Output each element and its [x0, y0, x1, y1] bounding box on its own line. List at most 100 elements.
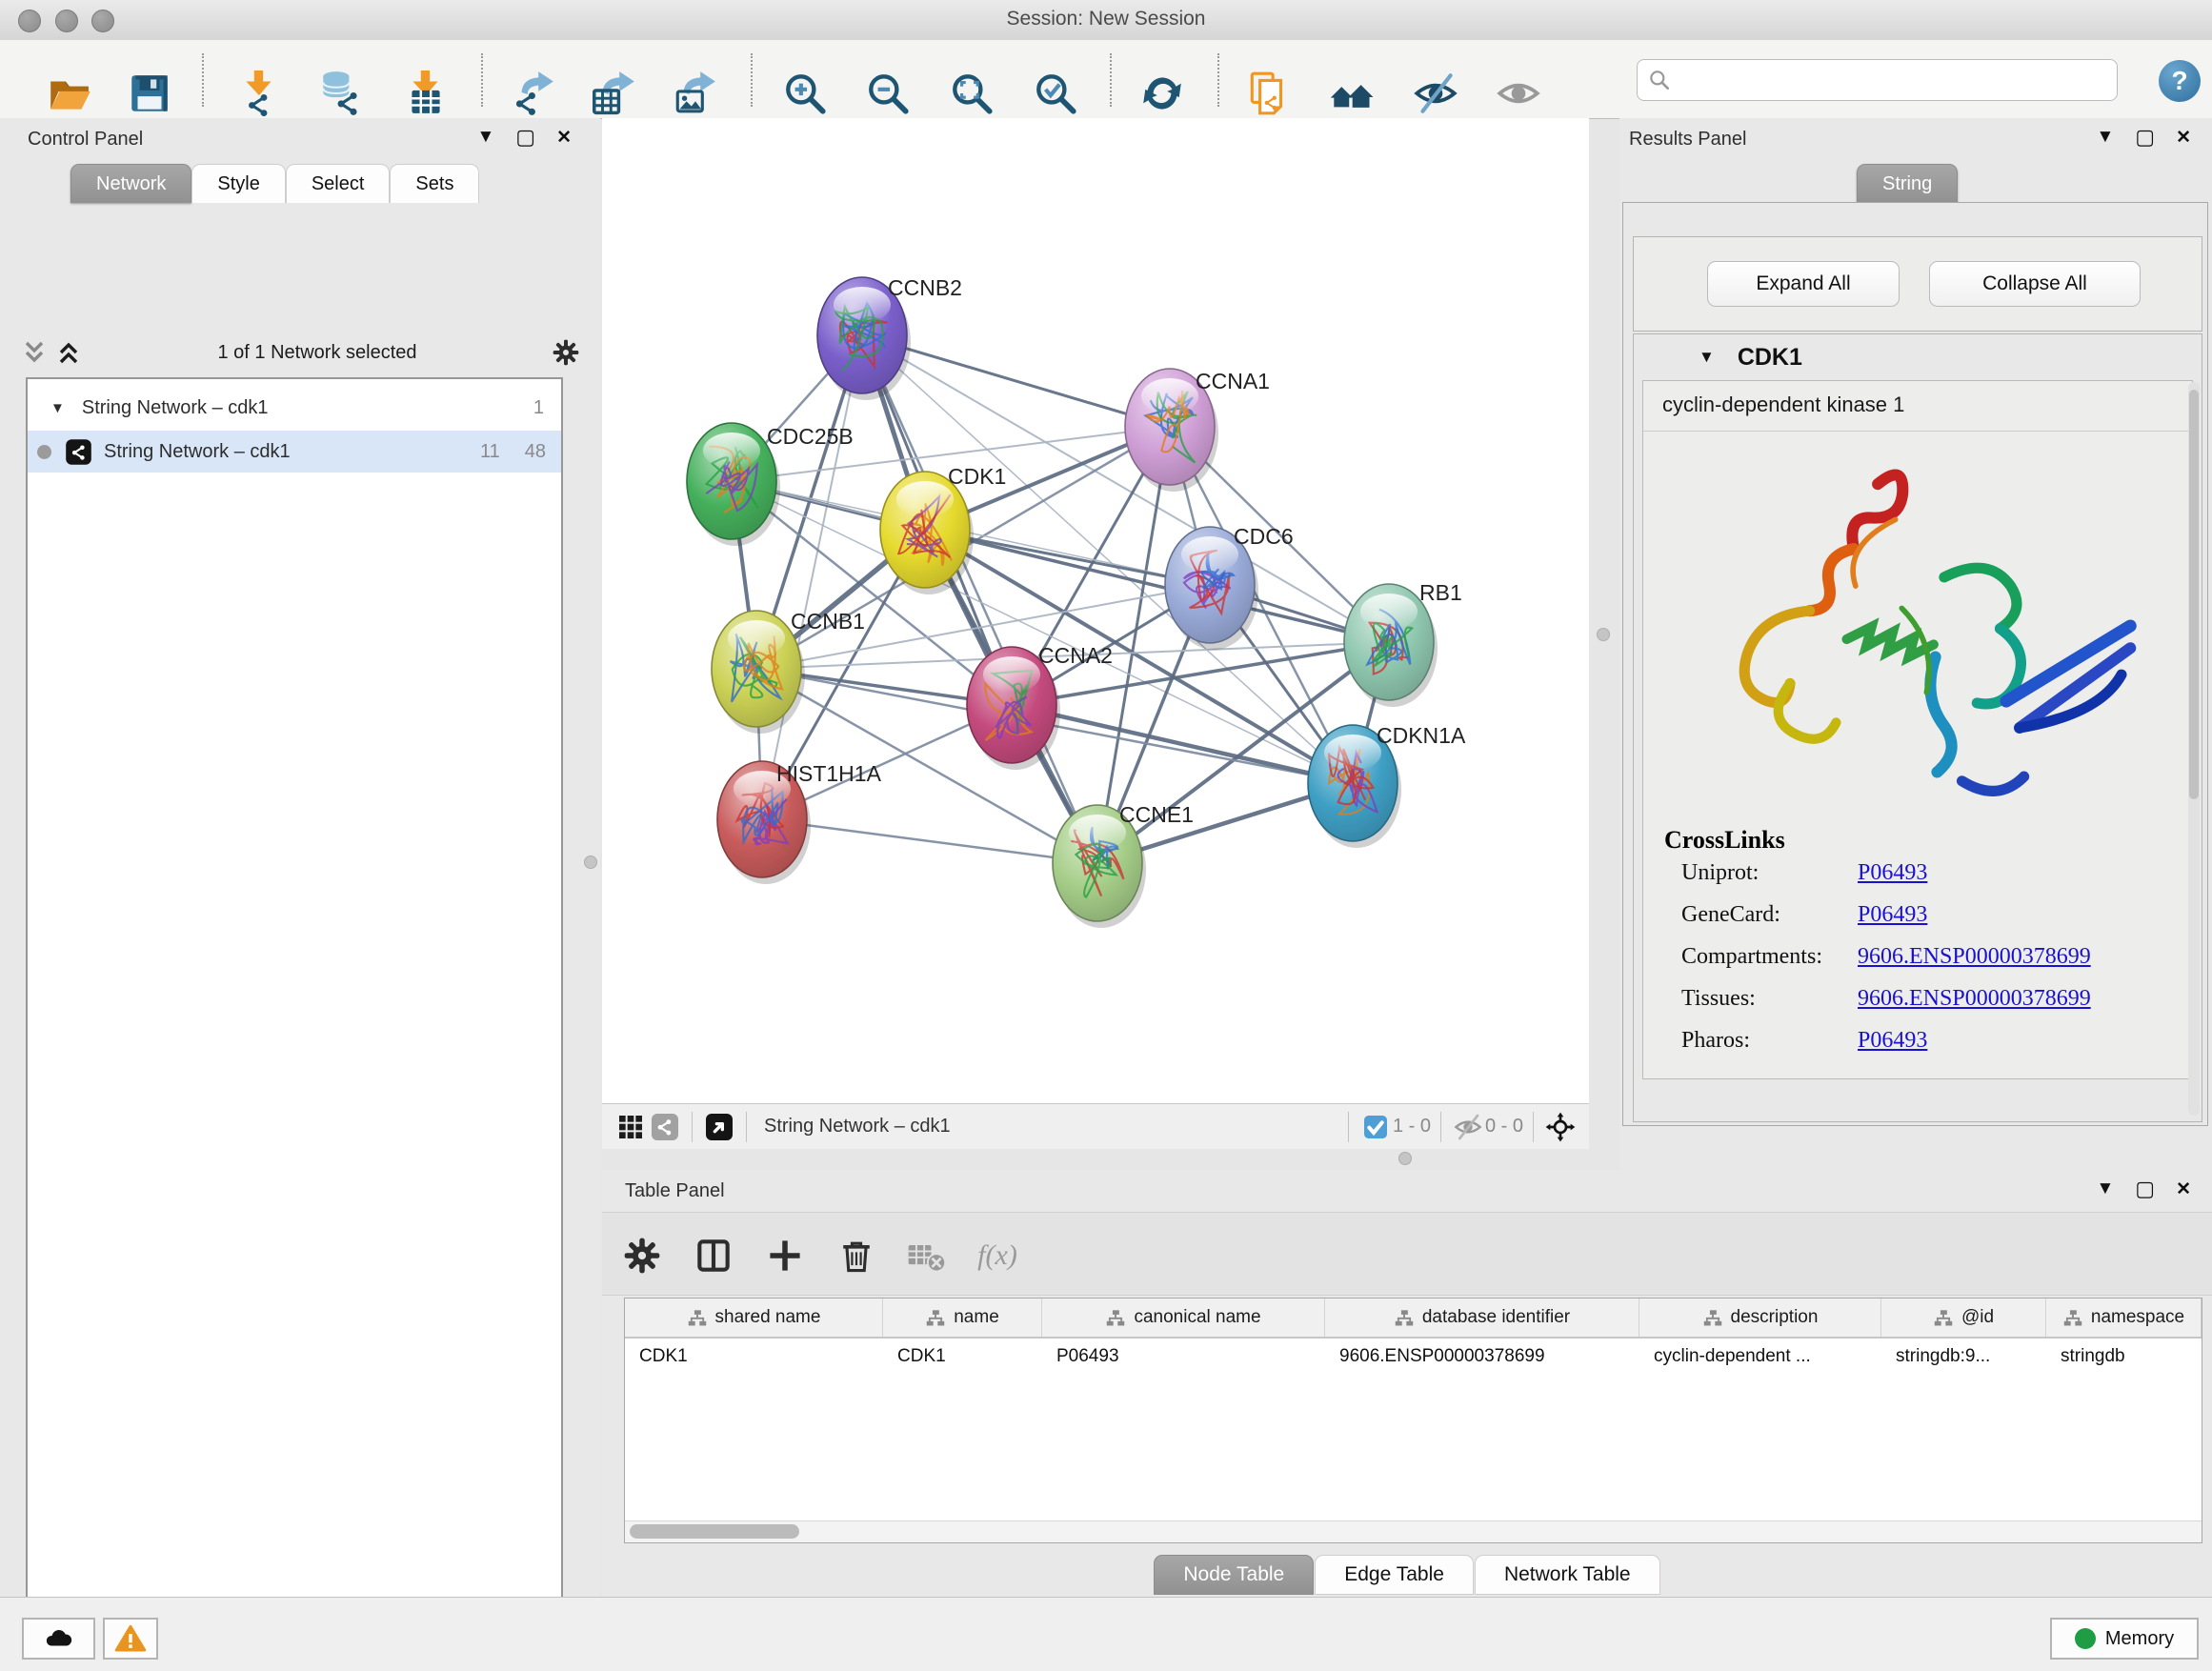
panel-float-icon[interactable]: ▢ [515, 125, 535, 150]
delete-table-button [900, 1230, 952, 1281]
table-cell[interactable]: stringdb [2046, 1339, 2202, 1375]
panel-close-icon[interactable]: ✕ [2176, 127, 2191, 149]
crosslink-link[interactable]: P06493 [1858, 1028, 1927, 1054]
network-options-gear-icon[interactable] [549, 335, 583, 370]
zoom-fit-content-button[interactable] [945, 67, 998, 120]
tab-node-table[interactable]: Node Table [1154, 1555, 1314, 1595]
share-view-icon[interactable] [648, 1110, 682, 1144]
toolbar-separator [202, 53, 204, 107]
expand-all-icon[interactable] [51, 335, 86, 370]
clone-network-button[interactable] [1242, 67, 1296, 120]
right-splitter-handle[interactable] [1597, 628, 1610, 641]
network-graph[interactable]: CCNB2CCNA1CDC25BCDK1CDC6RB1CCNB1CCNA2CDK… [602, 118, 1589, 1103]
tab-sets[interactable]: Sets [390, 164, 479, 203]
panel-collapse-icon[interactable]: ▼ [2096, 127, 2114, 148]
column-header-shared-name[interactable]: shared name [625, 1299, 883, 1337]
column-header--id[interactable]: @id [1881, 1299, 2046, 1337]
export-network-button[interactable] [507, 67, 560, 120]
show-columns-button[interactable] [688, 1230, 739, 1281]
node-label-CDC25B: CDC25B [767, 424, 854, 449]
node-label-CDKN1A: CDKN1A [1377, 723, 1466, 748]
network-tree-row[interactable]: String Network – cdk1 11 48 [28, 431, 561, 473]
tab-edge-table[interactable]: Edge Table [1315, 1555, 1474, 1595]
hidden-eye-icon[interactable] [1451, 1110, 1485, 1144]
network-tree-row[interactable]: ▼ String Network – cdk1 1 [28, 387, 561, 429]
column-header-name[interactable]: name [883, 1299, 1042, 1337]
zoom-out-button[interactable] [861, 67, 915, 120]
memory-status-dot [2075, 1628, 2096, 1649]
table-cell[interactable]: cyclin-dependent ... [1639, 1339, 1881, 1375]
column-header-description[interactable]: description [1639, 1299, 1881, 1337]
warnings-button[interactable] [103, 1618, 158, 1660]
collapse-all-icon[interactable] [17, 335, 51, 370]
table-cell[interactable]: P06493 [1042, 1339, 1325, 1375]
results-panel-controls: ▼ ▢ ✕ [2096, 118, 2191, 156]
selected-checkbox-icon[interactable] [1358, 1110, 1393, 1144]
show-all-button[interactable] [1492, 67, 1545, 120]
table-cell[interactable]: CDK1 [883, 1339, 1042, 1375]
table-settings-gear-button[interactable] [616, 1230, 668, 1281]
collapse-all-button[interactable]: Collapse All [1929, 261, 2141, 307]
panel-float-icon[interactable]: ▢ [2135, 1177, 2155, 1201]
delete-columns-button[interactable] [831, 1230, 882, 1281]
import-network-from-file-button[interactable] [232, 67, 286, 120]
import-table-from-file-button[interactable] [399, 67, 452, 120]
search-input[interactable] [1672, 69, 2117, 91]
panel-close-icon[interactable]: ✕ [556, 127, 572, 149]
table-cell[interactable]: 9606.ENSP00000378699 [1325, 1339, 1639, 1375]
tab-network[interactable]: Network [70, 164, 191, 203]
panel-collapse-icon[interactable]: ▼ [2096, 1178, 2114, 1199]
pan-crosshair-icon[interactable] [1543, 1110, 1578, 1144]
edge-CCNA2-CDKN1A[interactable] [1012, 705, 1353, 783]
table-horizontal-scrollbar[interactable] [625, 1520, 2202, 1542]
tab-network-table[interactable]: Network Table [1475, 1555, 1660, 1595]
crosslink-link[interactable]: P06493 [1858, 860, 1927, 886]
expand-all-button[interactable]: Expand All [1707, 261, 1900, 307]
column-header-namespace[interactable]: namespace [2046, 1299, 2202, 1337]
results-scrollbar[interactable] [2188, 382, 2200, 1116]
edge-HIST1H1A-CCNE1[interactable] [762, 819, 1097, 863]
network-status-dot-icon [37, 445, 51, 459]
edge-CCNB2-HIST1H1A[interactable] [762, 335, 862, 819]
network-canvas[interactable]: CCNB2CCNA1CDC25BCDK1CDC6RB1CCNB1CCNA2CDK… [602, 118, 1589, 1103]
apply-preferred-layout-button[interactable] [1136, 67, 1189, 120]
tab-select[interactable]: Select [286, 164, 391, 203]
search-field[interactable] [1637, 59, 2118, 101]
hide-selected-button[interactable] [1409, 67, 1462, 120]
left-splitter-handle[interactable] [584, 856, 597, 869]
disclosure-triangle-icon[interactable]: ▼ [50, 400, 65, 416]
save-session-button[interactable] [123, 67, 176, 120]
export-image-button[interactable] [669, 67, 722, 120]
table-row[interactable]: CDK1CDK1P064939606.ENSP00000378699cyclin… [625, 1339, 2202, 1375]
zoom-in-button[interactable] [778, 67, 832, 120]
column-header-canonical-name[interactable]: canonical name [1042, 1299, 1325, 1337]
create-column-button[interactable] [759, 1230, 811, 1281]
entry-disclosure-icon[interactable]: ▼ [1699, 348, 1715, 367]
crosslink-link[interactable]: 9606.ENSP00000378699 [1858, 944, 2091, 970]
help-button[interactable]: ? [2159, 60, 2201, 102]
column-header-database-identifier[interactable]: database identifier [1325, 1299, 1639, 1337]
crosslink-link[interactable]: 9606.ENSP00000378699 [1858, 986, 2091, 1012]
panel-float-icon[interactable]: ▢ [2135, 125, 2155, 150]
bottom-splitter-handle[interactable] [1398, 1152, 1412, 1165]
tab-style[interactable]: Style [191, 164, 285, 203]
grid-view-icon[interactable] [613, 1110, 648, 1144]
edge-CCNB2-CCNE1[interactable] [862, 335, 1097, 863]
first-neighbors-button[interactable] [1326, 67, 1379, 120]
table-cell[interactable]: stringdb:9... [1881, 1339, 2046, 1375]
export-table-button[interactable] [588, 67, 641, 120]
panel-collapse-icon[interactable]: ▼ [476, 127, 494, 148]
birdseye-view-icon[interactable] [702, 1110, 736, 1144]
zoom-selected-button[interactable] [1029, 67, 1082, 120]
node-CDK1[interactable] [880, 472, 974, 594]
tab-string[interactable]: String [1857, 164, 1958, 203]
panel-close-icon[interactable]: ✕ [2176, 1178, 2191, 1200]
open-session-button[interactable] [43, 67, 96, 120]
import-network-from-database-button[interactable] [313, 67, 367, 120]
cloud-button[interactable] [22, 1618, 95, 1660]
node-label-CCNB1: CCNB1 [791, 609, 865, 634]
memory-button[interactable]: Memory [2050, 1618, 2199, 1660]
crosslink-link[interactable]: P06493 [1858, 902, 1927, 928]
application-window: Session: New Session ? Control Panel ▼ ▢… [0, 0, 2212, 1671]
table-cell[interactable]: CDK1 [625, 1339, 883, 1375]
